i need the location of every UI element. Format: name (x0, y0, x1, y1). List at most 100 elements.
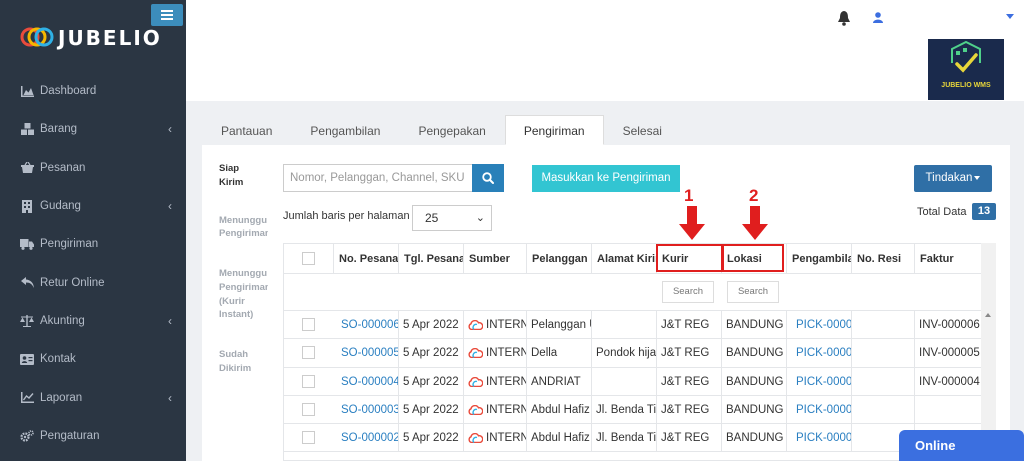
sidebar-toggle-button[interactable] (151, 4, 183, 26)
order-source: INTERNAL (464, 339, 527, 368)
bell-icon[interactable] (837, 11, 851, 26)
sidebar-item-label: Pengaturan (40, 429, 100, 442)
table-row[interactable]: SO-000003 5 Apr 2022 INTERNAL Abdul Hafi… (284, 395, 995, 425)
order-number-link[interactable]: SO-000004 (337, 367, 399, 396)
table-row[interactable]: SO-000004 5 Apr 2022 INTERNAL ANDRIAT J&… (284, 367, 995, 396)
tab-selesai[interactable]: Selesai (604, 115, 681, 145)
sidebar-item-akunting[interactable]: Akunting ‹ (0, 302, 186, 340)
tracking-number (852, 339, 915, 368)
sidebar: JUBELIO Dashboard Barang ‹ Pesanan Gudan… (0, 0, 186, 461)
row-checkbox[interactable] (302, 431, 315, 445)
tab-bar: Pantauan Pengambilan Pengepakan Pengirim… (202, 115, 681, 145)
tab-pengiriman[interactable]: Pengiriman (504, 115, 604, 145)
kurir-search-filter[interactable]: Search (662, 281, 714, 303)
reply-icon (20, 276, 34, 290)
balance-scale-icon (20, 314, 34, 328)
chevron-left-icon: ‹ (168, 122, 172, 137)
select-all-checkbox[interactable] (302, 252, 315, 265)
sidebar-item-gudang[interactable]: Gudang ‹ (0, 187, 186, 225)
sidebar-item-retur-online[interactable]: Retur Online (0, 263, 186, 301)
sidebar-item-laporan[interactable]: Laporan ‹ (0, 378, 186, 416)
order-date: 5 Apr 2022 (399, 424, 464, 453)
order-date: 5 Apr 2022 (399, 395, 464, 424)
table-row[interactable]: SO-000006 5 Apr 2022 INTERNAL Pelanggan … (284, 311, 995, 340)
sidebar-item-pesanan[interactable]: Pesanan (0, 149, 186, 187)
order-number-link[interactable]: SO-000002 (337, 424, 399, 453)
masukkan-ke-pengiriman-button[interactable]: Masukkan ke Pengiriman (532, 165, 680, 192)
sidebar-item-label: Laporan (40, 391, 83, 404)
wms-logo-text: JUBELIO WMS (941, 82, 991, 89)
table-header-row: No. Pesanan Tgl. Pesanan Sumber Pelangga… (284, 244, 995, 274)
chevron-left-icon: ‹ (168, 199, 172, 214)
total-data-label: Total Data (917, 206, 967, 218)
row-checkbox[interactable] (302, 318, 315, 331)
row-checkbox[interactable] (302, 402, 315, 416)
tracking-number (852, 395, 915, 424)
vtab-siap-kirim[interactable]: Siap Kirim (202, 152, 252, 200)
tab-pengambilan[interactable]: Pengambilan (291, 115, 399, 145)
scroll-up-arrow-icon[interactable] (985, 313, 991, 317)
tindakan-button[interactable]: Tindakan (914, 165, 992, 192)
row-checkbox[interactable] (302, 346, 315, 360)
sidebar-item-pengaturan[interactable]: Pengaturan (0, 417, 186, 455)
lokasi-search-filter[interactable]: Search (727, 281, 779, 303)
table-row[interactable]: SO-000002 5 Apr 2022 INTERNAL Abdul Hafi… (284, 424, 995, 453)
sidebar-item-label: Dashboard (40, 85, 97, 98)
search-icon (482, 172, 494, 184)
col-header-tgl-pesanan[interactable]: Tgl. Pesanan (399, 244, 464, 274)
courier: J&T REG (657, 311, 722, 339)
order-number-link[interactable]: SO-000006 (337, 311, 399, 339)
sidebar-item-dashboard[interactable]: Dashboard (0, 72, 186, 110)
search-input[interactable] (283, 164, 473, 192)
col-header-no-resi[interactable]: No. Resi (852, 244, 915, 274)
col-header-no-pesanan[interactable]: No. Pesanan (334, 244, 399, 274)
pick-link[interactable]: PICK-000010 (792, 395, 852, 424)
rows-per-page-label: Jumlah baris per halaman (283, 210, 410, 222)
pick-link[interactable]: PICK-000009 (792, 424, 852, 453)
rows-per-page-value: 25 (425, 211, 439, 225)
col-header-sumber[interactable]: Sumber (464, 244, 527, 274)
invoice-number: INV-000004 (915, 367, 982, 396)
sidebar-item-pengiriman[interactable]: Pengiriman (0, 225, 186, 263)
sidebar-item-label: Retur Online (40, 276, 105, 289)
truck-icon (20, 237, 34, 251)
invoice-number: INV-000006 (915, 311, 982, 339)
pick-link[interactable]: PICK-000013 (792, 311, 852, 339)
user-icon[interactable] (873, 12, 883, 23)
order-source-label: INTERNAL (486, 403, 526, 416)
table-vertical-scrollbar[interactable] (981, 243, 996, 461)
sidebar-item-label: Barang (40, 123, 78, 136)
sidebar-item-label: Pengiriman (40, 238, 99, 251)
sidebar-item-kontak[interactable]: Kontak (0, 340, 186, 378)
shipping-address: Jl. Benda Timur (592, 395, 657, 424)
pick-link[interactable]: PICK-000011 (792, 367, 852, 396)
order-number-link[interactable]: SO-000005 (337, 339, 399, 368)
col-header-faktur[interactable]: Faktur (915, 244, 982, 274)
shipping-address: Jl. Benda Timur (592, 424, 657, 453)
online-chat-widget[interactable]: Online (899, 430, 1024, 461)
vtab-menunggu-pengiriman[interactable]: Menunggu Pengiriman (202, 204, 268, 252)
tindakan-label: Tindakan (925, 172, 973, 184)
rows-per-page-select[interactable]: 25 ⌄ (412, 205, 492, 231)
cloud-source-icon (468, 376, 483, 387)
order-number-link[interactable]: SO-000003 (337, 395, 399, 424)
tab-pengepakan[interactable]: Pengepakan (399, 115, 504, 145)
table-row[interactable]: SO-000005 5 Apr 2022 INTERNAL Della Pond… (284, 339, 995, 368)
row-checkbox[interactable] (302, 374, 315, 388)
col-header-pengambilan[interactable]: Pengambilan (787, 244, 852, 274)
tab-pantauan[interactable]: Pantauan (202, 115, 291, 145)
col-header-pelanggan[interactable]: Pelanggan (527, 244, 592, 274)
cloud-source-icon (468, 319, 483, 330)
vtab-sudah-dikirim[interactable]: Sudah Dikirim (202, 338, 252, 386)
courier: J&T REG (657, 367, 722, 396)
col-header-alamat-kirim[interactable]: Alamat Kirim (592, 244, 657, 274)
chevron-down-icon: ⌄ (475, 212, 485, 224)
chart-area-icon (20, 84, 34, 98)
courier: J&T REG (657, 395, 722, 424)
vtab-menunggu-pengiriman-instant[interactable]: Menunggu Pengiriman (Kurir Instant) (202, 257, 268, 332)
user-dropdown-caret-icon[interactable] (1006, 14, 1014, 19)
sidebar-item-barang[interactable]: Barang ‹ (0, 110, 186, 148)
pick-link[interactable]: PICK-000012 (792, 339, 852, 368)
search-button[interactable] (472, 164, 504, 192)
jubelio-wms-logo: JUBELIO WMS (928, 39, 1004, 100)
